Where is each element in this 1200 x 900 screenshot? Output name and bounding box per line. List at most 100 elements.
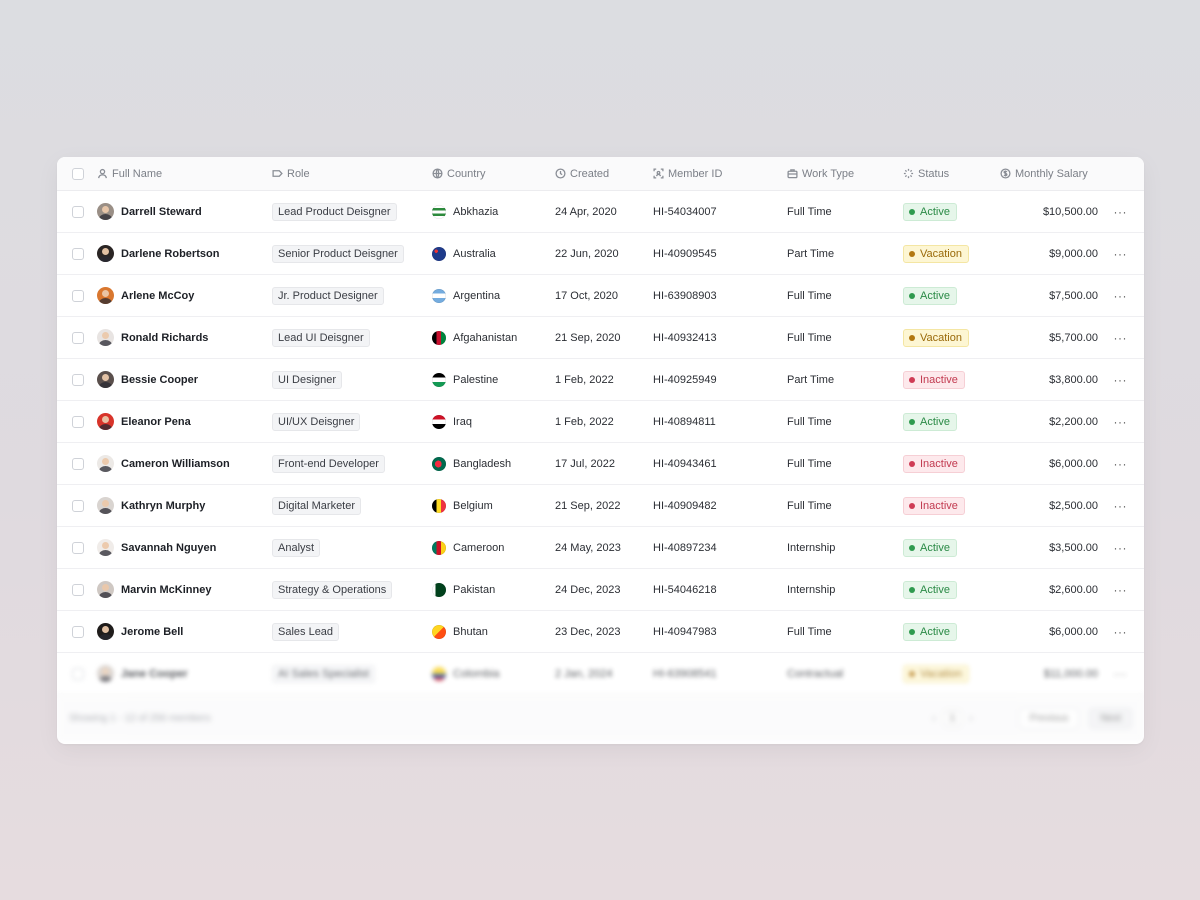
column-header-role[interactable]: Role (272, 168, 432, 180)
more-horizontal-icon[interactable]: ··· (1098, 457, 1144, 471)
row-checkbox[interactable] (71, 541, 84, 554)
table-row[interactable]: Bessie Cooper UI Designer Palestine 1 Fe… (57, 359, 1144, 401)
row-checkbox[interactable] (71, 625, 84, 638)
created-date: 1 Feb, 2022 (555, 373, 614, 386)
table-row[interactable]: Darlene Robertson Senior Product Deisgne… (57, 233, 1144, 275)
status-label: Vacation (920, 667, 962, 680)
more-horizontal-icon[interactable]: ··· (1098, 499, 1144, 513)
row-select-cell (57, 541, 97, 554)
column-header-status[interactable]: Status (903, 168, 1000, 180)
row-checkbox[interactable] (71, 331, 84, 344)
work-type: Part Time (787, 373, 835, 386)
full-name-cell: Eleanor Pena (97, 413, 272, 430)
member-name: Marvin McKinney (121, 583, 212, 596)
more-horizontal-icon[interactable]: ··· (1098, 373, 1144, 387)
column-header-monthly-salary[interactable]: Monthly Salary (1000, 168, 1098, 180)
monthly-salary: $10,500.00 (1042, 205, 1098, 218)
status-badge: Active (903, 412, 957, 431)
role-tag: UI Designer (272, 370, 343, 389)
work-type: Contractual (787, 667, 844, 680)
country-cell: Abkhazia (432, 204, 555, 219)
avatar (97, 539, 114, 556)
table-row[interactable]: Darrell Steward Lead Product Deisgner Ab… (57, 191, 1144, 233)
work-type: Part Time (787, 247, 835, 260)
table-footer: Showing 1 - 12 of 256 members ‹ 1 › Prev… (57, 695, 1144, 741)
member-name: Savannah Nguyen (121, 541, 217, 554)
pagination-summary: Showing 1 - 12 of 256 members (69, 712, 211, 724)
work-type: Internship (787, 541, 836, 554)
column-label: Role (287, 167, 310, 180)
more-horizontal-icon[interactable]: ··· (1098, 667, 1144, 681)
member-id: HI-40909482 (653, 499, 717, 512)
more-horizontal-icon[interactable]: ··· (1098, 583, 1144, 597)
more-horizontal-icon[interactable]: ··· (1098, 205, 1144, 219)
row-checkbox[interactable] (71, 289, 84, 302)
more-horizontal-icon[interactable]: ··· (1098, 415, 1144, 429)
table-row[interactable]: Ronald Richards Lead UI Deisgner Afgahan… (57, 317, 1144, 359)
work-type: Full Time (787, 331, 832, 344)
table-row[interactable]: Eleanor Pena UI/UX Deisgner Iraq 1 Feb, … (57, 401, 1144, 443)
work-type: Full Time (787, 205, 832, 218)
column-header-work-type[interactable]: Work Type (787, 168, 903, 180)
column-header-country[interactable]: Country (432, 168, 555, 180)
avatar (97, 581, 114, 598)
more-horizontal-icon[interactable]: ··· (1098, 247, 1144, 261)
member-id: HI-40947983 (653, 625, 717, 638)
select-all-checkbox[interactable] (71, 167, 84, 180)
status-dot-icon (909, 334, 915, 341)
table-row[interactable]: Arlene McCoy Jr. Product Designer Argent… (57, 275, 1144, 317)
status-badge: Inactive (903, 454, 965, 473)
previous-button[interactable]: Previous (1018, 707, 1080, 729)
member-id: HI-40897234 (653, 541, 717, 554)
status-badge: Vacation (903, 244, 969, 263)
status-label: Inactive (920, 373, 958, 386)
row-checkbox[interactable] (71, 583, 84, 596)
table-row[interactable]: Kathryn Murphy Digital Marketer Belgium … (57, 485, 1144, 527)
status-dot-icon (909, 628, 915, 635)
row-checkbox[interactable] (71, 499, 84, 512)
role-cell: AI Sales Specialist (272, 664, 432, 683)
row-checkbox[interactable] (71, 667, 84, 680)
page-number-current[interactable]: 1 (943, 709, 962, 727)
table-row[interactable]: Jane Cooper AI Sales Specialist Colombia… (57, 653, 1144, 695)
row-checkbox[interactable] (71, 247, 84, 260)
table-row[interactable]: Cameron Williamson Front-end Developer B… (57, 443, 1144, 485)
row-select-cell (57, 583, 97, 596)
row-checkbox[interactable] (71, 205, 84, 218)
next-button[interactable]: Next (1089, 707, 1132, 729)
more-horizontal-icon[interactable]: ··· (1098, 289, 1144, 303)
created-date: 17 Jul, 2022 (555, 457, 615, 470)
role-tag: Analyst (272, 538, 321, 557)
full-name-cell: Marvin McKinney (97, 581, 272, 598)
table-row[interactable]: Marvin McKinney Strategy & Operations Pa… (57, 569, 1144, 611)
column-header-member-id[interactable]: Member ID (653, 168, 787, 180)
status-cell: Active (903, 412, 1000, 431)
status-label: Inactive (920, 457, 958, 470)
more-horizontal-icon[interactable]: ··· (1098, 541, 1144, 555)
more-horizontal-icon[interactable]: ··· (1098, 625, 1144, 639)
status-badge: Active (903, 622, 957, 641)
page-prev-icon[interactable]: ‹ (932, 713, 935, 724)
column-header-full-name[interactable]: Full Name (97, 168, 272, 180)
country-name: Colombia (453, 667, 500, 680)
row-checkbox[interactable] (71, 457, 84, 470)
table-row[interactable]: Jerome Bell Sales Lead Bhutan 23 Dec, 20… (57, 611, 1144, 653)
loader-icon (903, 168, 914, 179)
page-next-icon[interactable]: › (969, 713, 972, 724)
role-tag: Jr. Product Designer (272, 286, 384, 305)
member-id: HI-40925949 (653, 373, 717, 386)
member-name: Cameron Williamson (121, 457, 230, 470)
table-row[interactable]: Savannah Nguyen Analyst Cameroon 24 May,… (57, 527, 1144, 569)
country-cell: Colombia (432, 666, 555, 681)
country-cell: Palestine (432, 372, 555, 387)
column-header-created[interactable]: Created (555, 168, 653, 180)
status-label: Active (920, 415, 950, 428)
created-date: 24 Dec, 2023 (555, 583, 621, 596)
row-checkbox[interactable] (71, 373, 84, 386)
row-checkbox[interactable] (71, 415, 84, 428)
column-label: Monthly Salary (1015, 167, 1088, 180)
country-cell: Cameroon (432, 540, 555, 555)
more-horizontal-icon[interactable]: ··· (1098, 331, 1144, 345)
monthly-salary: $9,000.00 (1049, 247, 1098, 260)
status-label: Active (920, 625, 950, 638)
